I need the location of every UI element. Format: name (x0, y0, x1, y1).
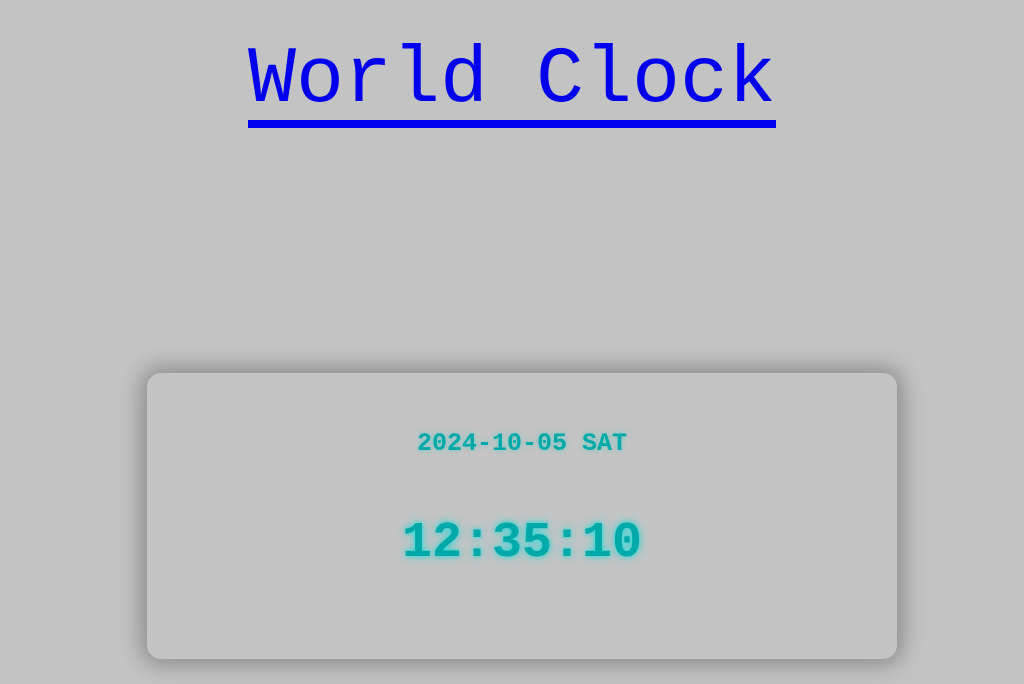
page-title: World Clock (247, 35, 777, 128)
clock-date: 2024-10-05 SAT (416, 429, 628, 458)
clock-time: 12:35:10 (401, 515, 643, 572)
clock-card: 2024-10-05 SAT 12:35:10 (147, 373, 897, 659)
page-title-link[interactable]: World Clock (0, 38, 1024, 128)
